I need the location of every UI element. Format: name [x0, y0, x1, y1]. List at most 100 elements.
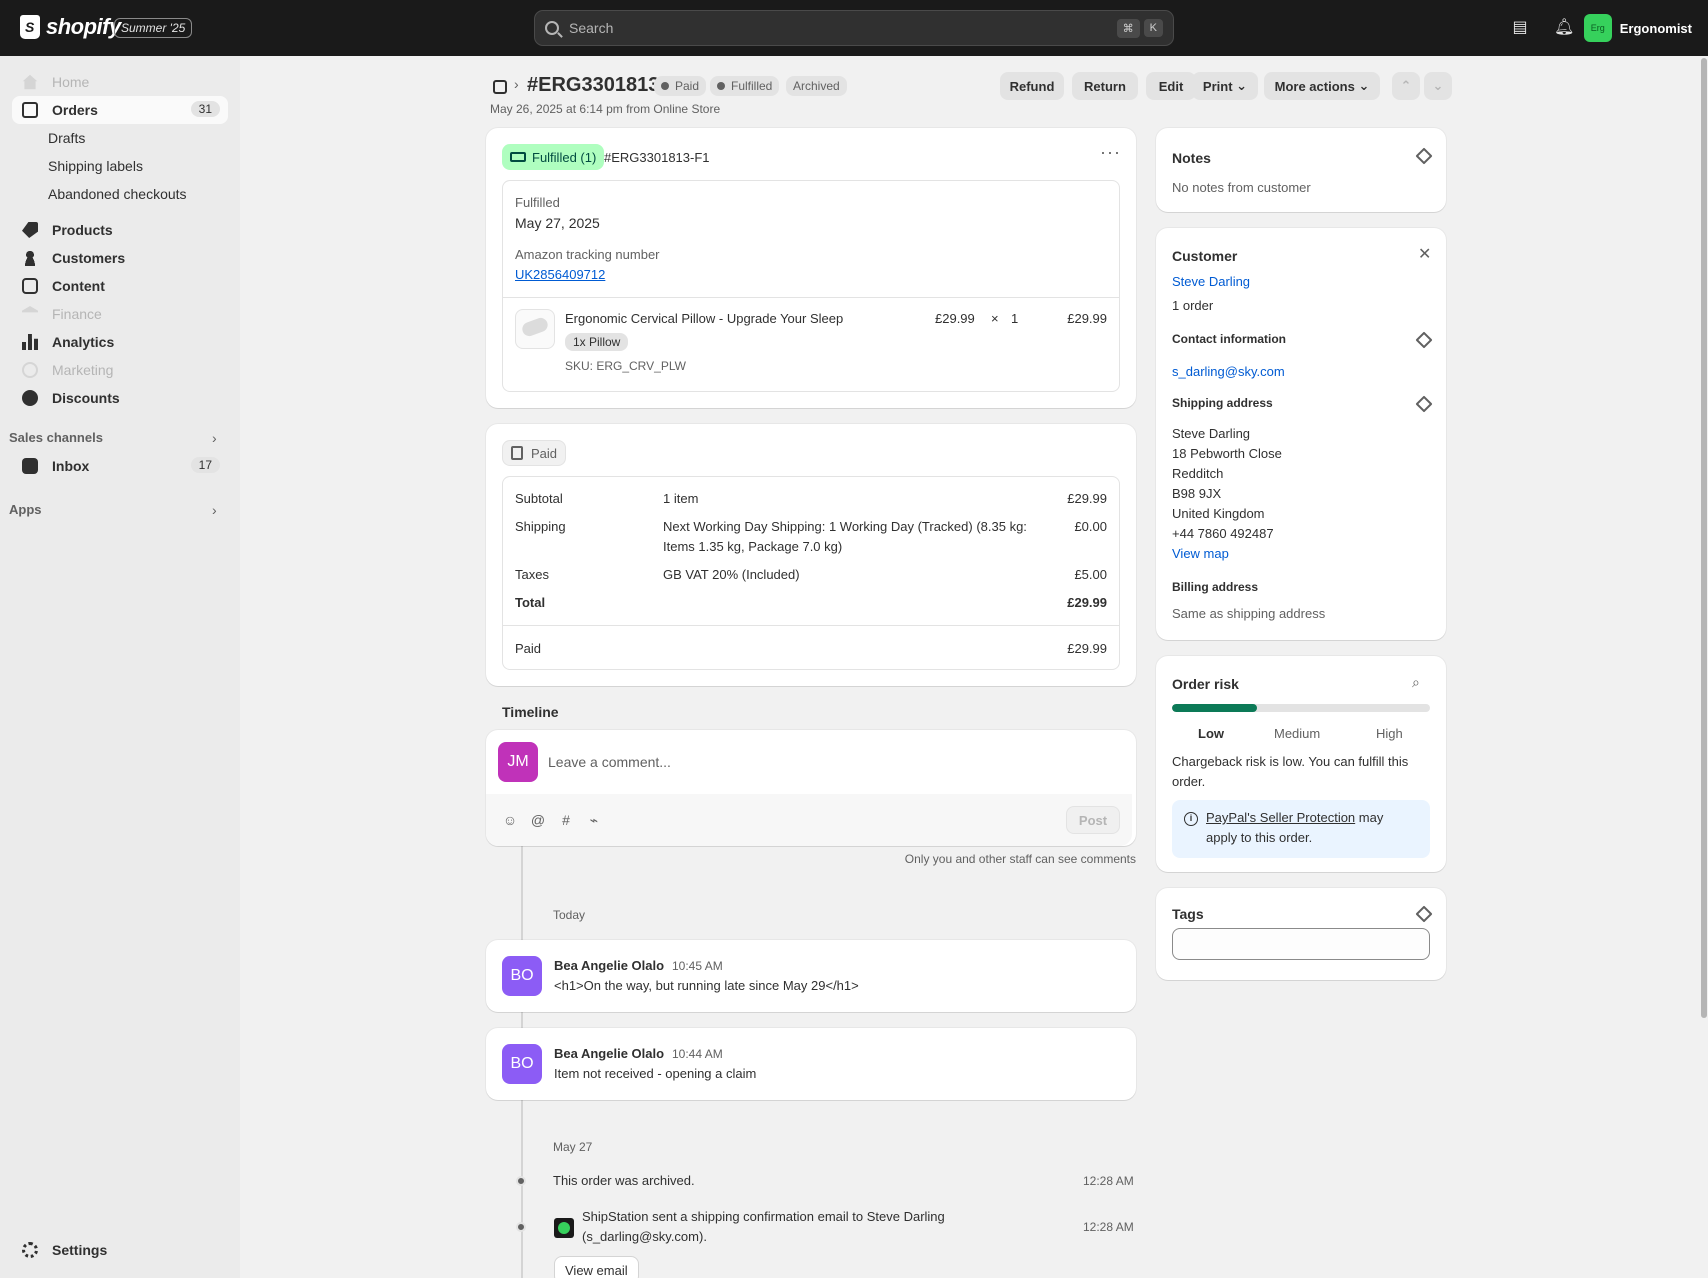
sidebar-item-settings[interactable]: Settings: [12, 1236, 228, 1264]
previous-order-button[interactable]: ⌃: [1392, 72, 1420, 100]
risk-level-high: High: [1376, 726, 1403, 741]
risk-analysis-icon[interactable]: ⌕: [1412, 674, 1420, 691]
return-button[interactable]: Return: [1072, 72, 1138, 100]
comment-time: 10:45 AM: [672, 959, 723, 973]
subtotal-desc: 1 item: [663, 491, 699, 506]
sidebar: Home Orders 31 Drafts Shipping labels Ab…: [0, 56, 240, 1278]
chevron-down-icon: ⌄: [1358, 78, 1370, 93]
tags-title: Tags: [1172, 906, 1204, 922]
content-icon: [22, 278, 38, 294]
timeline-event-text: This order was archived.: [553, 1173, 695, 1188]
attachment-icon[interactable]: ⌁: [586, 812, 602, 828]
emoji-icon[interactable]: ☺: [502, 812, 518, 828]
pencil-icon[interactable]: [1415, 331, 1433, 349]
seller-protection-link[interactable]: PayPal's Seller Protection: [1206, 810, 1355, 825]
date-heading-may-27: May 27: [553, 1140, 593, 1154]
sidebar-item-drafts[interactable]: Drafts: [48, 130, 85, 146]
hashtag-icon[interactable]: #: [558, 812, 574, 828]
sidebar-item-products[interactable]: Products: [12, 216, 228, 244]
chevron-right-icon[interactable]: ›: [212, 502, 217, 518]
tracking-number-link[interactable]: UK2856409712: [515, 267, 605, 282]
target-icon: [22, 362, 38, 378]
comment-time: 10:44 AM: [672, 1047, 723, 1061]
customer-name-link[interactable]: Steve Darling: [1172, 274, 1250, 289]
inbox-tray-icon[interactable]: ▤: [1510, 18, 1530, 38]
sidebar-item-finance[interactable]: Finance: [12, 300, 228, 328]
seller-protection-banner: i PayPal's Seller Protection may apply t…: [1172, 800, 1430, 858]
shipping-desc-line2: Items 1.35 kg, Package 7.0 kg): [663, 539, 843, 554]
scrollbar-thumb[interactable]: [1701, 58, 1707, 1018]
address-phone: +44 7860 492487: [1172, 526, 1274, 541]
sidebar-item-marketing[interactable]: Marketing: [12, 356, 228, 384]
date-heading-today: Today: [553, 908, 586, 922]
shipping-desc-line1: Next Working Day Shipping: 1 Working Day…: [663, 519, 1027, 534]
unit-price: £29.99: [935, 311, 975, 326]
billing-address-title: Billing address: [1172, 580, 1259, 594]
timeline-heading: Timeline: [502, 704, 559, 720]
more-horizontal-icon[interactable]: ···: [1100, 142, 1121, 163]
post-button[interactable]: Post: [1066, 806, 1120, 834]
pencil-icon[interactable]: [1415, 905, 1433, 923]
shopify-logo[interactable]: shopify: [20, 14, 121, 40]
search-input[interactable]: Search ⌘ K: [534, 10, 1174, 46]
sidebar-item-abandoned-checkouts[interactable]: Abandoned checkouts: [48, 186, 187, 202]
comment-author[interactable]: Bea Angelie Olalo: [554, 958, 664, 973]
timeline-comment: BO Bea Angelie Olalo 10:45 AM <h1>On the…: [486, 940, 1136, 1012]
sidebar-item-discounts[interactable]: Discounts: [12, 384, 228, 412]
shipstation-icon: [554, 1218, 574, 1238]
sales-channels-heading[interactable]: Sales channels: [9, 430, 103, 445]
staff-note: Only you and other staff can see comment…: [904, 852, 1136, 866]
more-actions-button[interactable]: More actions ⌄: [1264, 72, 1380, 100]
fulfillment-date: May 27, 2025: [515, 215, 600, 231]
sidebar-item-home[interactable]: Home: [12, 68, 228, 96]
edition-badge[interactable]: Summer '25: [114, 18, 193, 38]
product-title[interactable]: Ergonomic Cervical Pillow - Upgrade Your…: [565, 311, 843, 326]
discount-icon: [22, 390, 38, 406]
view-email-button[interactable]: View email: [554, 1256, 639, 1278]
notes-title: Notes: [1172, 150, 1211, 166]
tracking-label: Amazon tracking number: [515, 247, 660, 262]
sidebar-item-content[interactable]: Content: [12, 272, 228, 300]
bell-icon[interactable]: 🔔︎: [1554, 18, 1574, 38]
sidebar-item-orders[interactable]: Orders 31: [12, 96, 228, 124]
product-thumbnail[interactable]: [515, 309, 555, 349]
orders-icon[interactable]: [493, 80, 507, 94]
risk-level-bar: [1172, 704, 1430, 712]
next-order-button[interactable]: ⌄: [1424, 72, 1452, 100]
risk-level-low: Low: [1198, 726, 1224, 741]
payment-summary: Subtotal 1 item £29.99 Shipping Next Wor…: [502, 476, 1120, 670]
sidebar-item-inbox[interactable]: Inbox 17: [12, 452, 228, 480]
pencil-icon[interactable]: [1415, 395, 1433, 413]
customer-email-link[interactable]: s_darling@sky.com: [1172, 364, 1285, 379]
gear-icon: [22, 1242, 38, 1258]
pencil-icon[interactable]: [1415, 147, 1433, 165]
orders-icon: [22, 102, 38, 118]
view-map-link[interactable]: View map: [1172, 546, 1229, 561]
store-menu[interactable]: Erg Ergonomist: [1583, 14, 1692, 42]
divider: [503, 625, 1119, 626]
print-button[interactable]: Print ⌄: [1192, 72, 1258, 100]
comment-author[interactable]: Bea Angelie Olalo: [554, 1046, 664, 1061]
avatar: BO: [502, 1044, 542, 1084]
mention-icon[interactable]: @: [530, 812, 546, 828]
sidebar-item-shipping-labels[interactable]: Shipping labels: [48, 158, 143, 174]
tags-input[interactable]: [1172, 928, 1430, 960]
sidebar-item-analytics[interactable]: Analytics: [12, 328, 228, 356]
scrollbar[interactable]: [1700, 56, 1708, 1278]
chevron-right-icon[interactable]: ›: [212, 430, 217, 446]
product-sku: SKU: ERG_CRV_PLW: [565, 359, 686, 373]
shipping-label: Shipping: [515, 519, 566, 534]
fulfillment-details: Fulfilled May 27, 2025 Amazon tracking n…: [502, 180, 1120, 392]
order-risk-title: Order risk: [1172, 676, 1239, 692]
sidebar-item-customers[interactable]: Customers: [12, 244, 228, 272]
sidebar-item-label: Content: [52, 278, 105, 294]
edit-button[interactable]: Edit: [1146, 72, 1196, 100]
risk-summary-line1: Chargeback risk is low. You can fulfill …: [1172, 754, 1409, 769]
customer-order-count: 1 order: [1172, 298, 1214, 313]
comment-input[interactable]: Leave a comment...: [548, 754, 671, 770]
inbox-count-badge: 17: [190, 457, 220, 473]
search-placeholder: Search: [569, 20, 614, 36]
close-icon[interactable]: ✕: [1418, 244, 1431, 264]
refund-button[interactable]: Refund: [1000, 72, 1064, 100]
apps-heading[interactable]: Apps: [9, 502, 42, 517]
